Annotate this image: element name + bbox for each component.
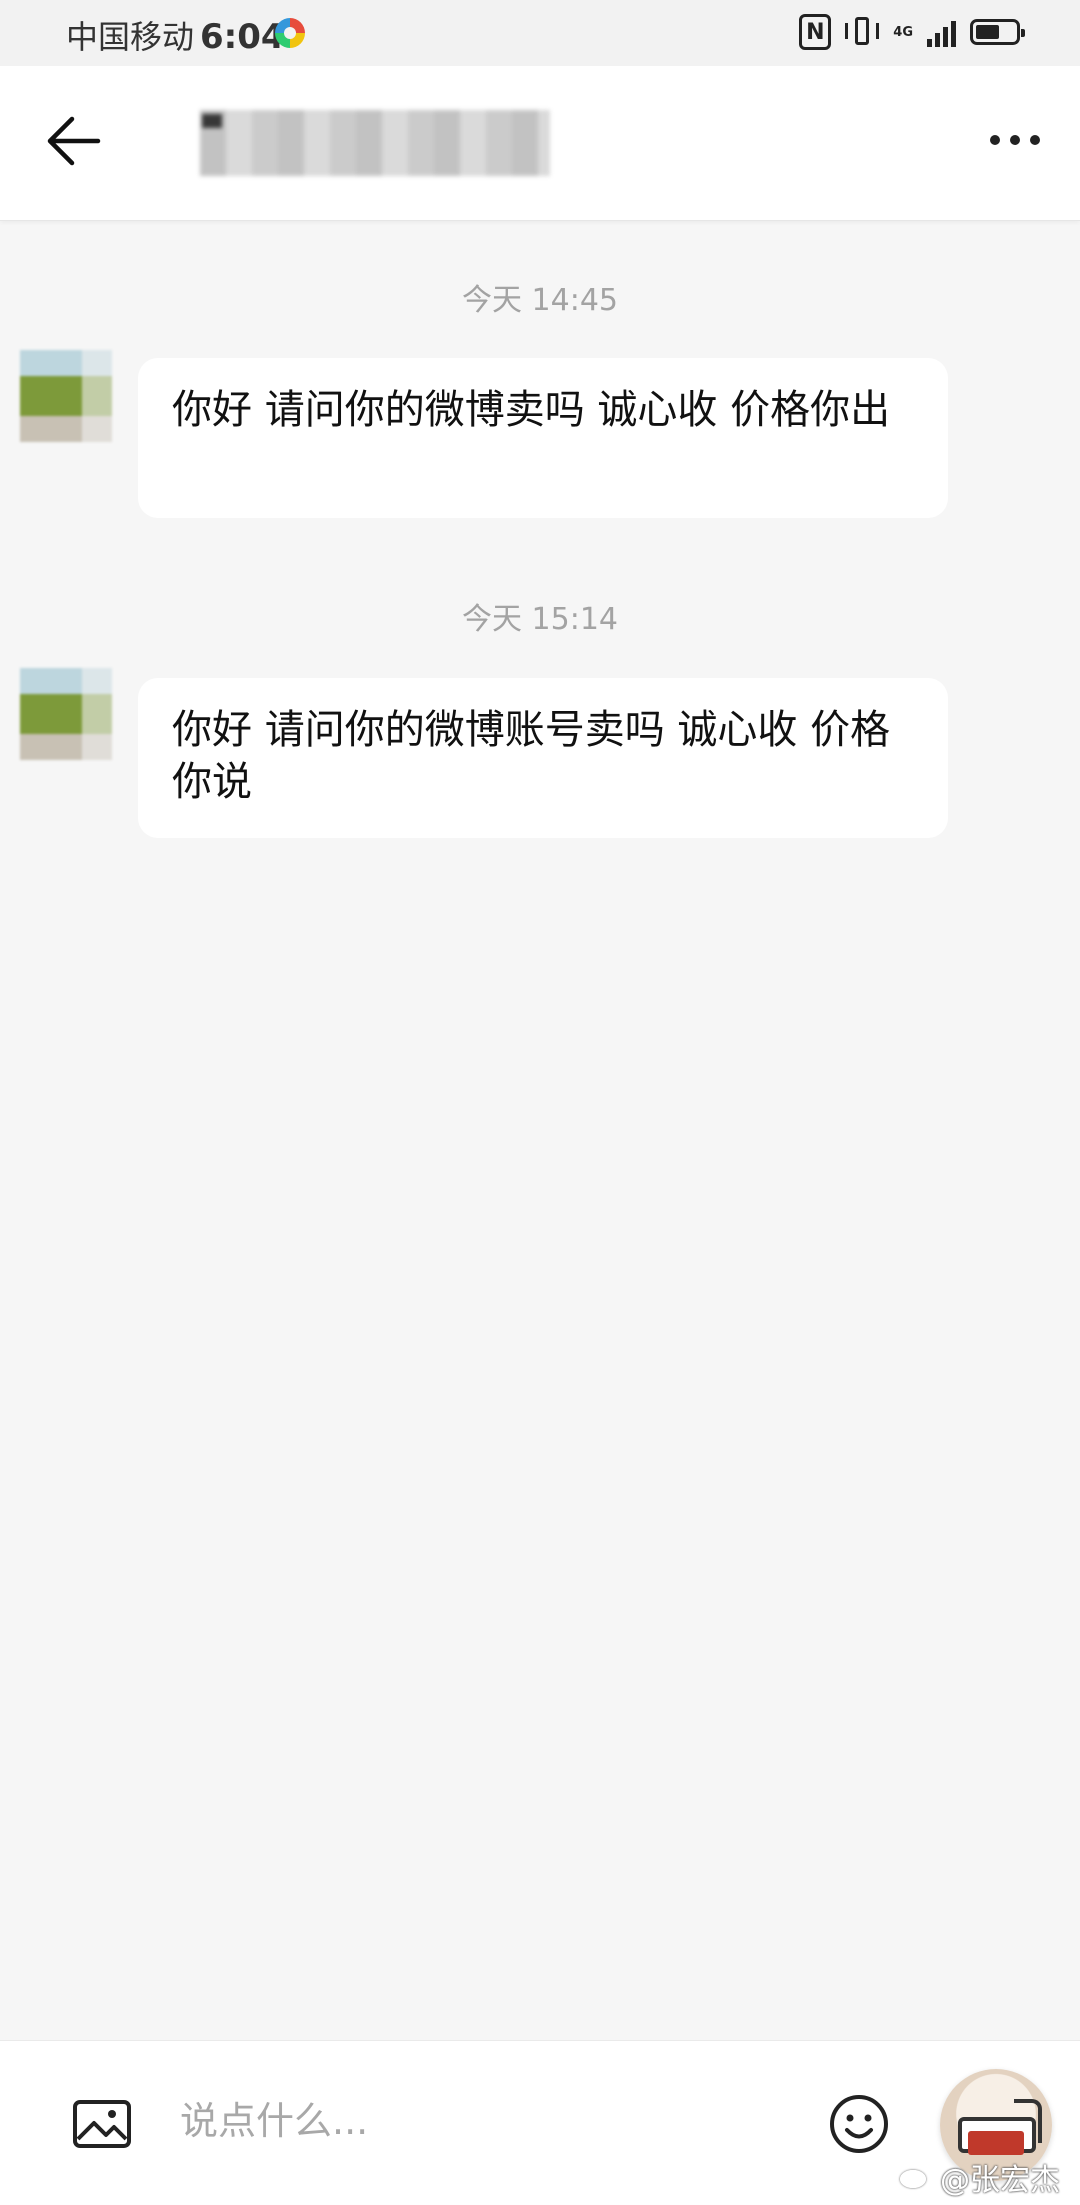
app-notification-icon [275, 18, 305, 48]
image-icon [73, 2100, 131, 2148]
more-button[interactable] [980, 110, 1050, 170]
message-timestamp: 今天 15:14 [462, 602, 618, 637]
avatar[interactable] [20, 350, 112, 442]
emoji-button[interactable] [828, 2093, 890, 2155]
message-bubble[interactable]: 你好 请问你的微博卖吗 诚心收 价格你出 [138, 358, 948, 518]
message-text: 你好 请问你的微博账号卖吗 诚心收 价格你说 [172, 707, 891, 805]
status-icons: N 4G [799, 14, 1025, 50]
status-carrier: 中国移动 6:04 [66, 12, 285, 58]
watermark: @张宏杰 [900, 2155, 1060, 2199]
chat-header [0, 66, 1080, 221]
weibo-icon [900, 2164, 934, 2190]
vibrate-icon [845, 15, 880, 49]
back-button[interactable] [40, 106, 120, 176]
status-bar: 中国移动 6:04 N 4G [0, 0, 1080, 66]
battery-icon [970, 19, 1025, 45]
emoji-icon [830, 2095, 888, 2153]
network-type-icon: 4G [893, 24, 913, 40]
nfc-icon: N [799, 14, 832, 50]
more-horizontal-icon [990, 135, 1000, 145]
image-button[interactable] [72, 2099, 132, 2149]
message-timestamp: 今天 14:45 [462, 283, 618, 318]
message-text: 你好 请问你的微博卖吗 诚心收 价格你出 [172, 387, 891, 433]
watermark-text: @张宏杰 [940, 2163, 1060, 2198]
signal-icon [927, 17, 956, 47]
contact-name-blurred [200, 110, 550, 176]
message-input[interactable] [180, 2081, 800, 2161]
message-bubble[interactable]: 你好 请问你的微博账号卖吗 诚心收 价格你说 [138, 678, 948, 838]
avatar[interactable] [20, 668, 112, 760]
battery-level [976, 25, 999, 39]
carrier-name: 中国移动 [66, 18, 195, 56]
arrow-left-icon [47, 116, 101, 166]
status-time: 6:04 [200, 17, 285, 57]
